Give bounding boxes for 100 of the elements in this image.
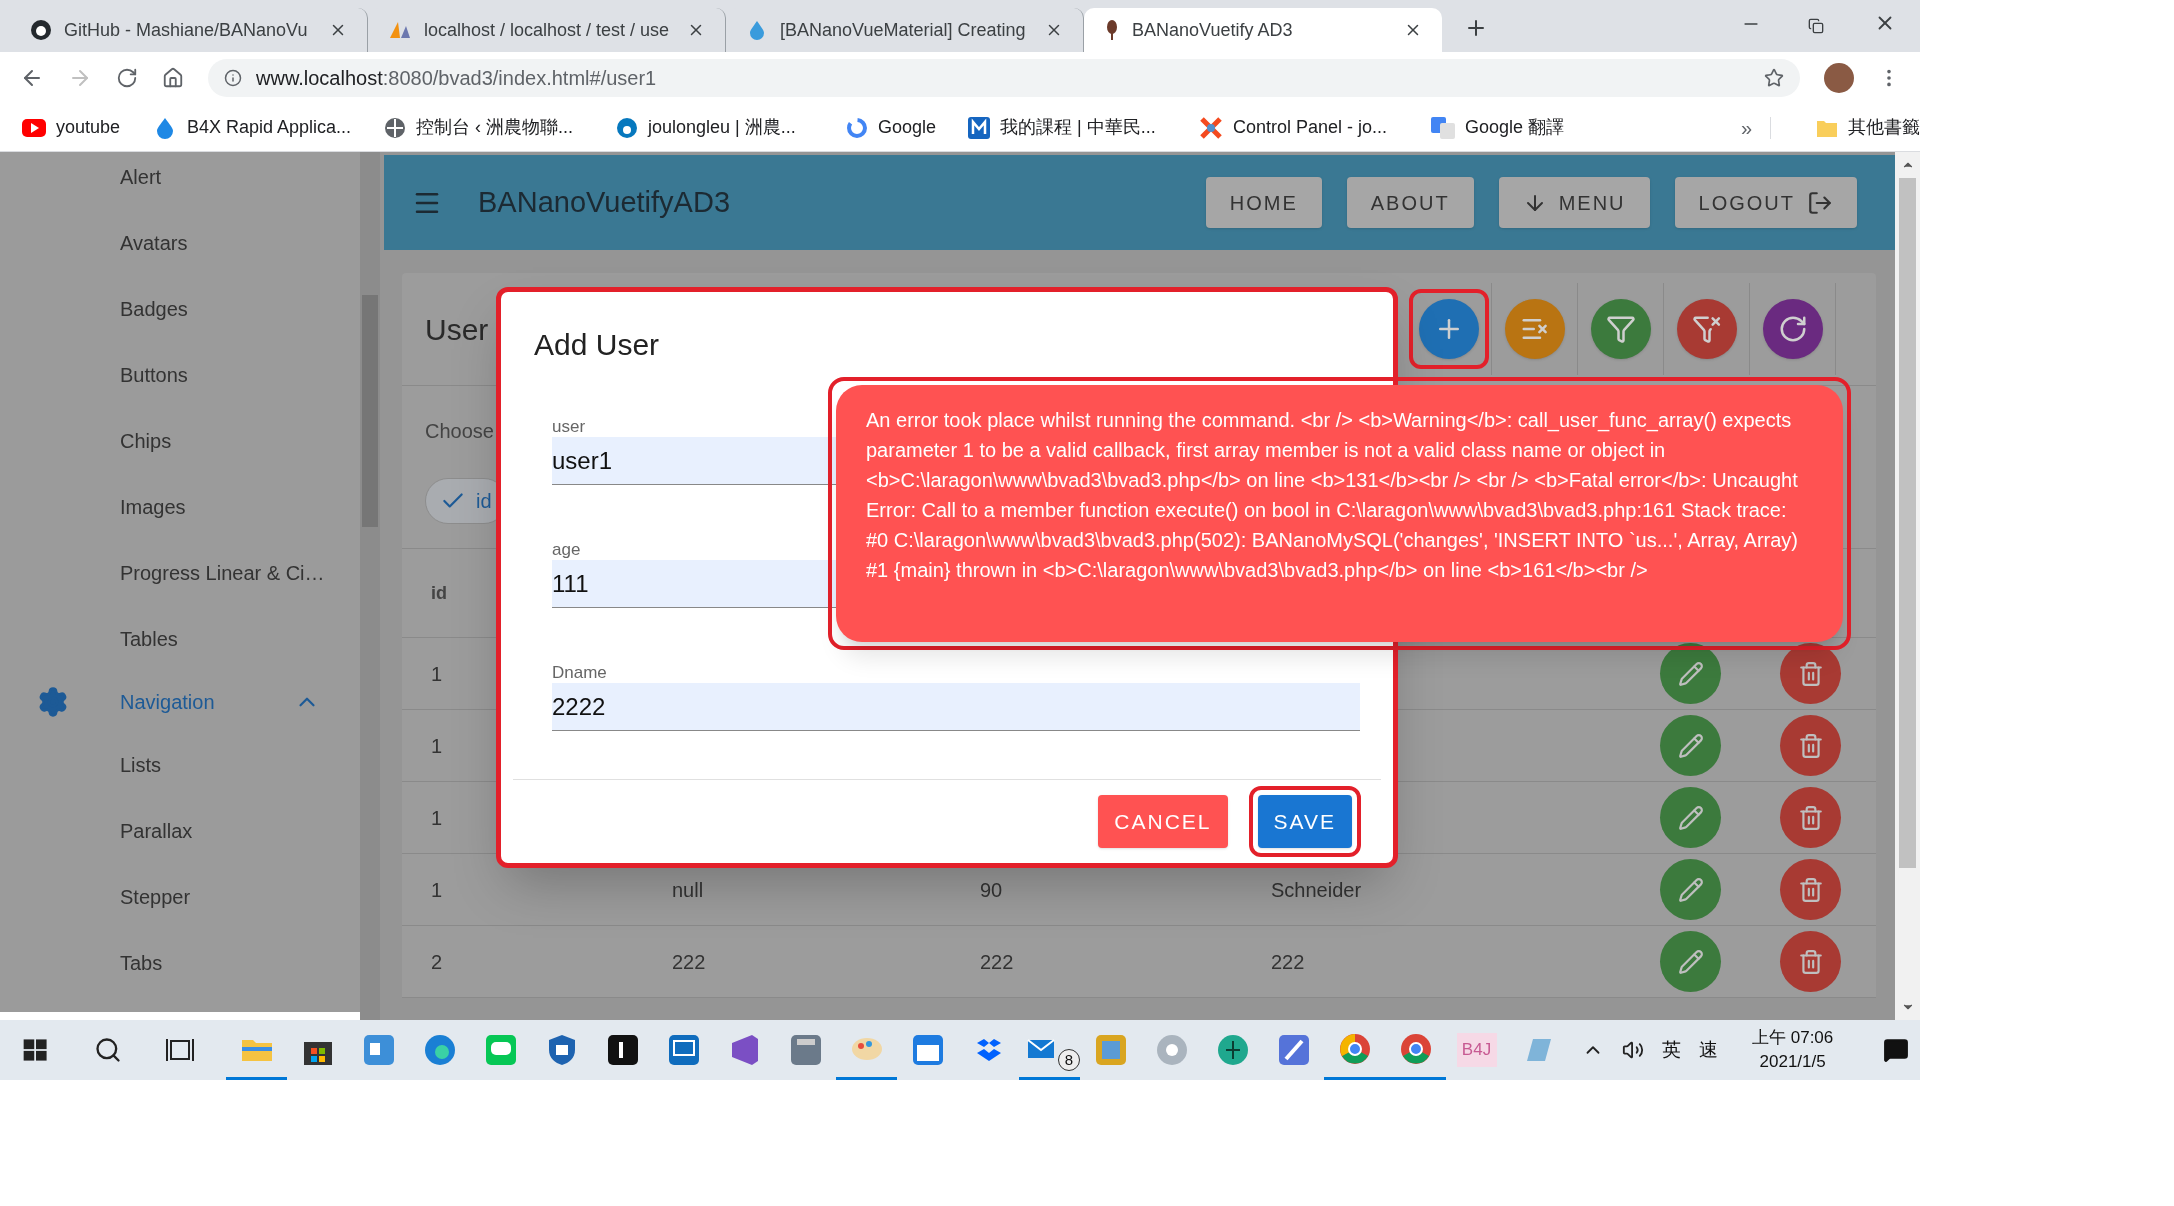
- scrollbar[interactable]: [360, 152, 380, 1020]
- pencil-icon: [1677, 732, 1704, 759]
- scrollbar[interactable]: [1895, 152, 1920, 1020]
- input-method-indicator[interactable]: 速: [1699, 1035, 1718, 1065]
- calendar-icon[interactable]: [910, 1033, 945, 1067]
- bookmark[interactable]: 我的課程 | 中華民...: [968, 114, 1199, 141]
- pencil-icon: [1677, 660, 1704, 687]
- clock[interactable]: 上午 07:06 2021/1/5: [1752, 1026, 1834, 1074]
- url-text: www.localhost:8080/bvad3/index.html#/user1: [256, 66, 657, 91]
- dialog-title: Add User: [534, 327, 661, 363]
- nav-item[interactable]: Tables: [0, 606, 360, 672]
- logout-icon: [1807, 189, 1833, 216]
- nav-item[interactable]: Avatars: [0, 210, 360, 276]
- globe-icon: [384, 116, 406, 139]
- pencil-icon: [1677, 804, 1704, 831]
- chat-bubble-icon[interactable]: [483, 1033, 518, 1067]
- subtitle: Choose: [425, 419, 494, 444]
- nav-item[interactable]: Chips: [0, 408, 360, 474]
- table-cell: 90: [980, 878, 1003, 901]
- table-cell: 1: [431, 878, 443, 901]
- table-cell: 222: [1271, 950, 1305, 973]
- trash-icon: [1797, 948, 1824, 975]
- table-cell: 1: [431, 662, 443, 685]
- table-cell: 222: [980, 950, 1014, 973]
- home-icon[interactable]: [162, 67, 184, 89]
- cancel-button[interactable]: CANCEL: [1098, 795, 1228, 848]
- chrome-logo-icon[interactable]: [1398, 1031, 1433, 1066]
- chrome-logo-icon[interactable]: [1337, 1031, 1372, 1066]
- delete-button[interactable]: [1780, 787, 1841, 848]
- table-cell: null: [672, 878, 704, 901]
- gear-icon: [37, 686, 69, 718]
- input-method-indicator[interactable]: 英: [1662, 1035, 1681, 1065]
- bookmark[interactable]: 控制台 ‹ 洲農物聯...: [384, 114, 616, 141]
- trash-icon: [1797, 804, 1824, 831]
- nav-item[interactable]: Tabs: [0, 930, 360, 996]
- app-tile-icon[interactable]: B4J: [1456, 1033, 1497, 1067]
- nav-button[interactable]: MENU: [1498, 177, 1650, 228]
- bookmark[interactable]: youtube: [22, 114, 153, 141]
- nav-item[interactable]: Progress Linear & Ci…: [0, 540, 360, 606]
- tab-title: BANanoVuetify AD3: [1132, 18, 1294, 42]
- notification-badge: 8: [1058, 1049, 1080, 1071]
- sail-logo-icon: [388, 20, 412, 40]
- more-bookmarks[interactable]: »: [1741, 112, 1753, 143]
- search-icon[interactable]: [94, 1036, 122, 1064]
- nav-item[interactable]: Alert: [0, 152, 360, 210]
- nav-item[interactable]: Stepper: [0, 864, 360, 930]
- tab-title: GitHub - Mashiane/BANanoVu: [64, 18, 309, 42]
- nav-item[interactable]: Lists: [0, 732, 360, 798]
- delete-button[interactable]: [1780, 859, 1841, 920]
- restore-icon[interactable]: [1808, 18, 1824, 34]
- play-logo-icon: [22, 118, 46, 137]
- tab-title: [BANanoVueMaterial] Creating: [780, 18, 1027, 42]
- table-cell: 222: [672, 950, 706, 973]
- nav-button[interactable]: LOGOUT: [1674, 177, 1857, 228]
- bookmark[interactable]: joulongleu | 洲農...: [616, 114, 846, 141]
- pen-tile-icon[interactable]: [1276, 1033, 1311, 1067]
- pencil-icon: [1677, 948, 1704, 975]
- notification-icon[interactable]: [1883, 1037, 1910, 1063]
- filter-remove-icon: [1691, 314, 1722, 344]
- bookmark[interactable]: Google 翻譯: [1431, 114, 1731, 141]
- nav-item[interactable]: Badges: [0, 276, 360, 342]
- filter-icon: [1605, 314, 1636, 344]
- scrollbar-thumb[interactable]: [1899, 178, 1916, 868]
- bookmark-folder[interactable]: 其他書籤: [1816, 114, 1920, 141]
- column-header: id: [431, 582, 447, 603]
- nav-button[interactable]: HOME: [1205, 177, 1322, 228]
- delete-button[interactable]: [1780, 643, 1841, 704]
- trash-icon: [1797, 876, 1824, 903]
- bookmark[interactable]: B4X Rapid Applica...: [153, 114, 384, 141]
- nav-item[interactable]: Images: [0, 474, 360, 540]
- app-title: BANanoVuetifyAD3: [478, 184, 730, 220]
- table-cell: 2: [431, 950, 443, 973]
- star-icon[interactable]: [1764, 68, 1784, 88]
- delete-button[interactable]: [1780, 931, 1841, 992]
- card-title: User: [425, 311, 489, 348]
- letter-tile-icon[interactable]: [605, 1033, 640, 1067]
- calculator-icon[interactable]: [788, 1033, 823, 1067]
- remote-screen-icon[interactable]: [666, 1033, 701, 1067]
- table-cell: Schneider: [1271, 878, 1362, 901]
- pin-icon: [1104, 19, 1120, 41]
- browser-tab[interactable]: BANanoVuetify AD3: [1084, 8, 1442, 52]
- avatar[interactable]: [1824, 63, 1854, 93]
- table-cell: 1: [431, 734, 443, 757]
- info-icon[interactable]: [224, 69, 242, 87]
- nav-item[interactable]: Parallax: [0, 798, 360, 864]
- tab-title: localhost / localhost / test / use: [424, 18, 671, 42]
- nav-item[interactable]: Buttons: [0, 342, 360, 408]
- address-bar[interactable]: www.localhost:8080/bvad3/index.html#/user1: [208, 59, 1800, 97]
- error-message: An error took place whilst running the command. <br /> <b>Warning</b>: call_user_func_array() expects parameter 1 to be a valid callback, first array member is not a valid class name or object in <b>C:\laragon\www\bvad3\bvad3.php</b> on line <b>131</b><br /> <br /> <b>Fatal error</b>: Uncaught Error: Call to a member function execute() on bool in C:\laragon\www\bvad3\bvad3.php:161 Stack trace: #0 C:\laragon\www\bvad3\bvad3.php(502): BANanoMySQL('changes', 'INSERT INTO `us...', Array, Array) #1 {main} thrown in <b>C:\laragon\www\bvad3\bvad3.php</b> on line <b>161</b><br />: [866, 408, 1799, 583]
- nav-button[interactable]: ABOUT: [1346, 177, 1474, 228]
- reload-icon[interactable]: [116, 67, 138, 89]
- edit-button[interactable]: [1660, 715, 1721, 776]
- delete-button[interactable]: [1780, 715, 1841, 776]
- trash-icon: [1797, 732, 1824, 759]
- bookmark[interactable]: Control Panel - jo...: [1199, 114, 1431, 141]
- speaker-icon[interactable]: [1622, 1039, 1644, 1061]
- pencil-icon: [1677, 876, 1704, 903]
- save-button[interactable]: SAVE: [1257, 795, 1352, 848]
- bookmark[interactable]: Google: [846, 114, 968, 141]
- trash-icon: [1797, 660, 1824, 687]
